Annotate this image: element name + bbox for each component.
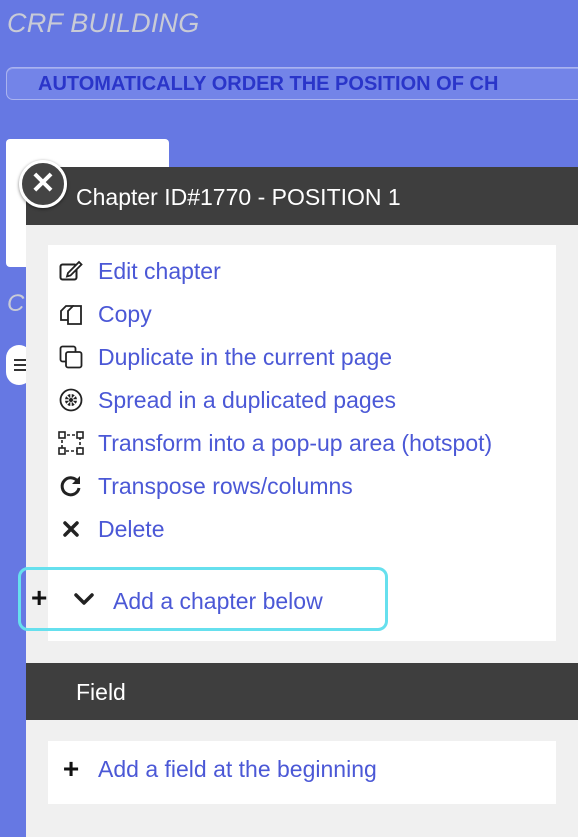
menu-item-duplicate[interactable]: Duplicate in the current page: [58, 339, 392, 375]
menu-item-delete[interactable]: Delete: [58, 511, 164, 547]
duplicate-icon: [58, 344, 84, 370]
chapter-header: Chapter ID#1770 - POSITION 1: [26, 167, 578, 225]
plus-icon: +: [31, 582, 48, 613]
field-title: Field: [76, 679, 126, 705]
auto-order-label: AUTOMATICALLY ORDER THE POSITION OF CH: [38, 73, 499, 95]
auto-order-button[interactable]: AUTOMATICALLY ORDER THE POSITION OF CH: [6, 67, 578, 100]
spread-icon: [58, 387, 84, 413]
menu-item-copy[interactable]: Copy: [58, 296, 152, 332]
chevron-down-icon: [73, 588, 95, 615]
menu-item-label: Edit chapter: [98, 257, 221, 284]
sidebar-partial-letter: C: [7, 290, 25, 317]
chapter-panel: Chapter ID#1770 - POSITION 1 Edit chapte…: [26, 167, 578, 837]
close-icon[interactable]: ✕: [19, 160, 67, 208]
transpose-icon: [58, 473, 84, 499]
app-title: CRF BUILDING: [7, 8, 200, 38]
menu-item-label: Transform into a pop-up area (hotspot): [98, 429, 493, 456]
copy-icon: [58, 301, 84, 327]
plus-icon: +: [62, 753, 80, 784]
menu-item-edit-chapter[interactable]: Edit chapter: [58, 253, 221, 289]
menu-item-label: Spread in a duplicated pages: [98, 386, 396, 413]
add-chapter-below-label: Add a chapter below: [113, 588, 323, 614]
menu-item-transform-hotspot[interactable]: Transform into a pop-up area (hotspot): [58, 425, 492, 461]
menu-item-label: Delete: [98, 515, 165, 542]
delete-icon: [58, 516, 84, 542]
add-field-beginning-button[interactable]: + Add a field at the beginning: [58, 753, 377, 785]
edit-icon: [58, 258, 84, 284]
field-header: Field: [26, 663, 578, 720]
menu-item-spread[interactable]: Spread in a duplicated pages: [58, 382, 396, 418]
field-menu: + Add a field at the beginning: [48, 741, 556, 804]
add-chapter-below-button[interactable]: + Add a chapter below: [18, 567, 388, 631]
chapter-title: Chapter ID#1770 - POSITION 1: [76, 184, 401, 210]
menu-item-label: Copy: [98, 300, 152, 327]
add-field-label: Add a field at the beginning: [98, 755, 377, 782]
menu-item-transpose[interactable]: Transpose rows/columns: [58, 468, 353, 504]
menu-item-label: Duplicate in the current page: [98, 343, 393, 370]
menu-item-label: Transpose rows/columns: [98, 472, 353, 499]
hotspot-icon: [58, 430, 84, 456]
